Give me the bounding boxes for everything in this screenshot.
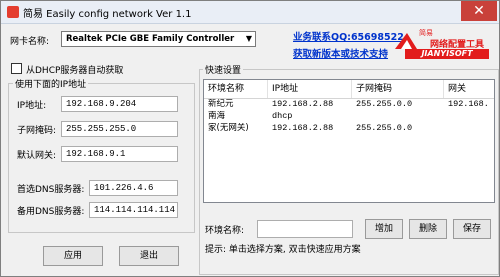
row-1-gateway[interactable]: 192.168. — [444, 99, 494, 110]
app-icon — [7, 6, 19, 18]
column-header-ip[interactable]: IP地址 — [268, 80, 352, 98]
row-3-mask[interactable]: 255.255.0.0 — [352, 123, 448, 134]
quick-settings-title: 快速设置 — [203, 63, 244, 76]
dns1-input[interactable]: 101.226.4.6 — [89, 180, 178, 196]
gateway-input[interactable]: 192.168.9.1 — [61, 146, 178, 162]
env-name-input[interactable] — [257, 220, 353, 238]
dns1-label: 首选DNS服务器: — [17, 185, 85, 195]
row-1-name[interactable]: 新纪元 — [204, 99, 272, 110]
hint-text: 提示: 单击选择方案, 双击快速应用方案 — [205, 245, 361, 255]
profile-list-header: 环境名称 IP地址 子网掩码 网关 — [204, 80, 494, 99]
column-header-gateway[interactable]: 网关 — [444, 80, 494, 98]
column-header-mask[interactable]: 子网掩码 — [352, 80, 444, 98]
title-bar: 简易 Easily config network Ver 1.1 ✕ — [1, 1, 499, 24]
window-title: 简易 Easily config network Ver 1.1 — [23, 9, 192, 20]
row-2-ip[interactable]: dhcp — [268, 111, 356, 122]
adapter-select[interactable]: Realtek PCIe GBE Family Controller ▼ — [61, 31, 256, 47]
exit-button[interactable]: 退出 — [119, 246, 179, 266]
profile-list[interactable]: 环境名称 IP地址 子网掩码 网关 新纪元 192.168.2.88 255.2… — [203, 79, 495, 203]
mask-label: 子网掩码: — [17, 126, 57, 136]
column-header-name[interactable]: 环境名称 — [204, 80, 268, 98]
chevron-down-icon[interactable]: ▼ — [246, 32, 252, 46]
row-3-ip[interactable]: 192.168.2.88 — [268, 123, 356, 134]
row-3-name[interactable]: 家(无网关) — [204, 123, 272, 134]
adapter-selected: Realtek PCIe GBE Family Controller — [66, 34, 235, 44]
close-icon[interactable]: ✕ — [473, 3, 485, 19]
dns2-label: 备用DNS服务器: — [17, 207, 85, 217]
apply-button[interactable]: 应用 — [43, 246, 103, 266]
ip-label: IP地址: — [17, 101, 47, 111]
logo-bottom-text: JIANYISOFT — [405, 49, 489, 59]
mask-input[interactable]: 255.255.255.0 — [61, 121, 178, 137]
contact-link[interactable]: 业务联系QQ:65698522 — [293, 29, 404, 43]
ip-input[interactable]: 192.168.9.204 — [61, 96, 178, 112]
update-link[interactable]: 获取新版本或技术支持 — [293, 46, 388, 60]
delete-button[interactable]: 删除 — [409, 219, 447, 239]
gateway-label: 默认网关: — [17, 151, 57, 161]
dns2-input[interactable]: 114.114.114.114 — [89, 202, 178, 218]
manual-ip-group-title: 使用下面的IP地址 — [13, 77, 89, 90]
close-button[interactable]: ✕ — [461, 1, 497, 21]
dhcp-checkbox[interactable] — [11, 63, 22, 74]
env-name-label: 环境名称: — [205, 226, 245, 236]
jianyisoft-logo: 简易 网络配置工具 JIANYISOFT — [393, 27, 493, 60]
add-button[interactable]: 增加 — [365, 219, 403, 239]
row-1-ip[interactable]: 192.168.2.88 — [268, 99, 356, 110]
row-1-mask[interactable]: 255.255.0.0 — [352, 99, 448, 110]
row-2-name[interactable]: 南海 — [204, 111, 272, 122]
adapter-label: 网卡名称: — [10, 37, 50, 47]
dhcp-label[interactable]: 从DHCP服务器自动获取 — [26, 63, 123, 76]
main-window: 简易 Easily config network Ver 1.1 ✕ 网卡名称:… — [0, 0, 500, 277]
save-button[interactable]: 保存 — [453, 219, 491, 239]
